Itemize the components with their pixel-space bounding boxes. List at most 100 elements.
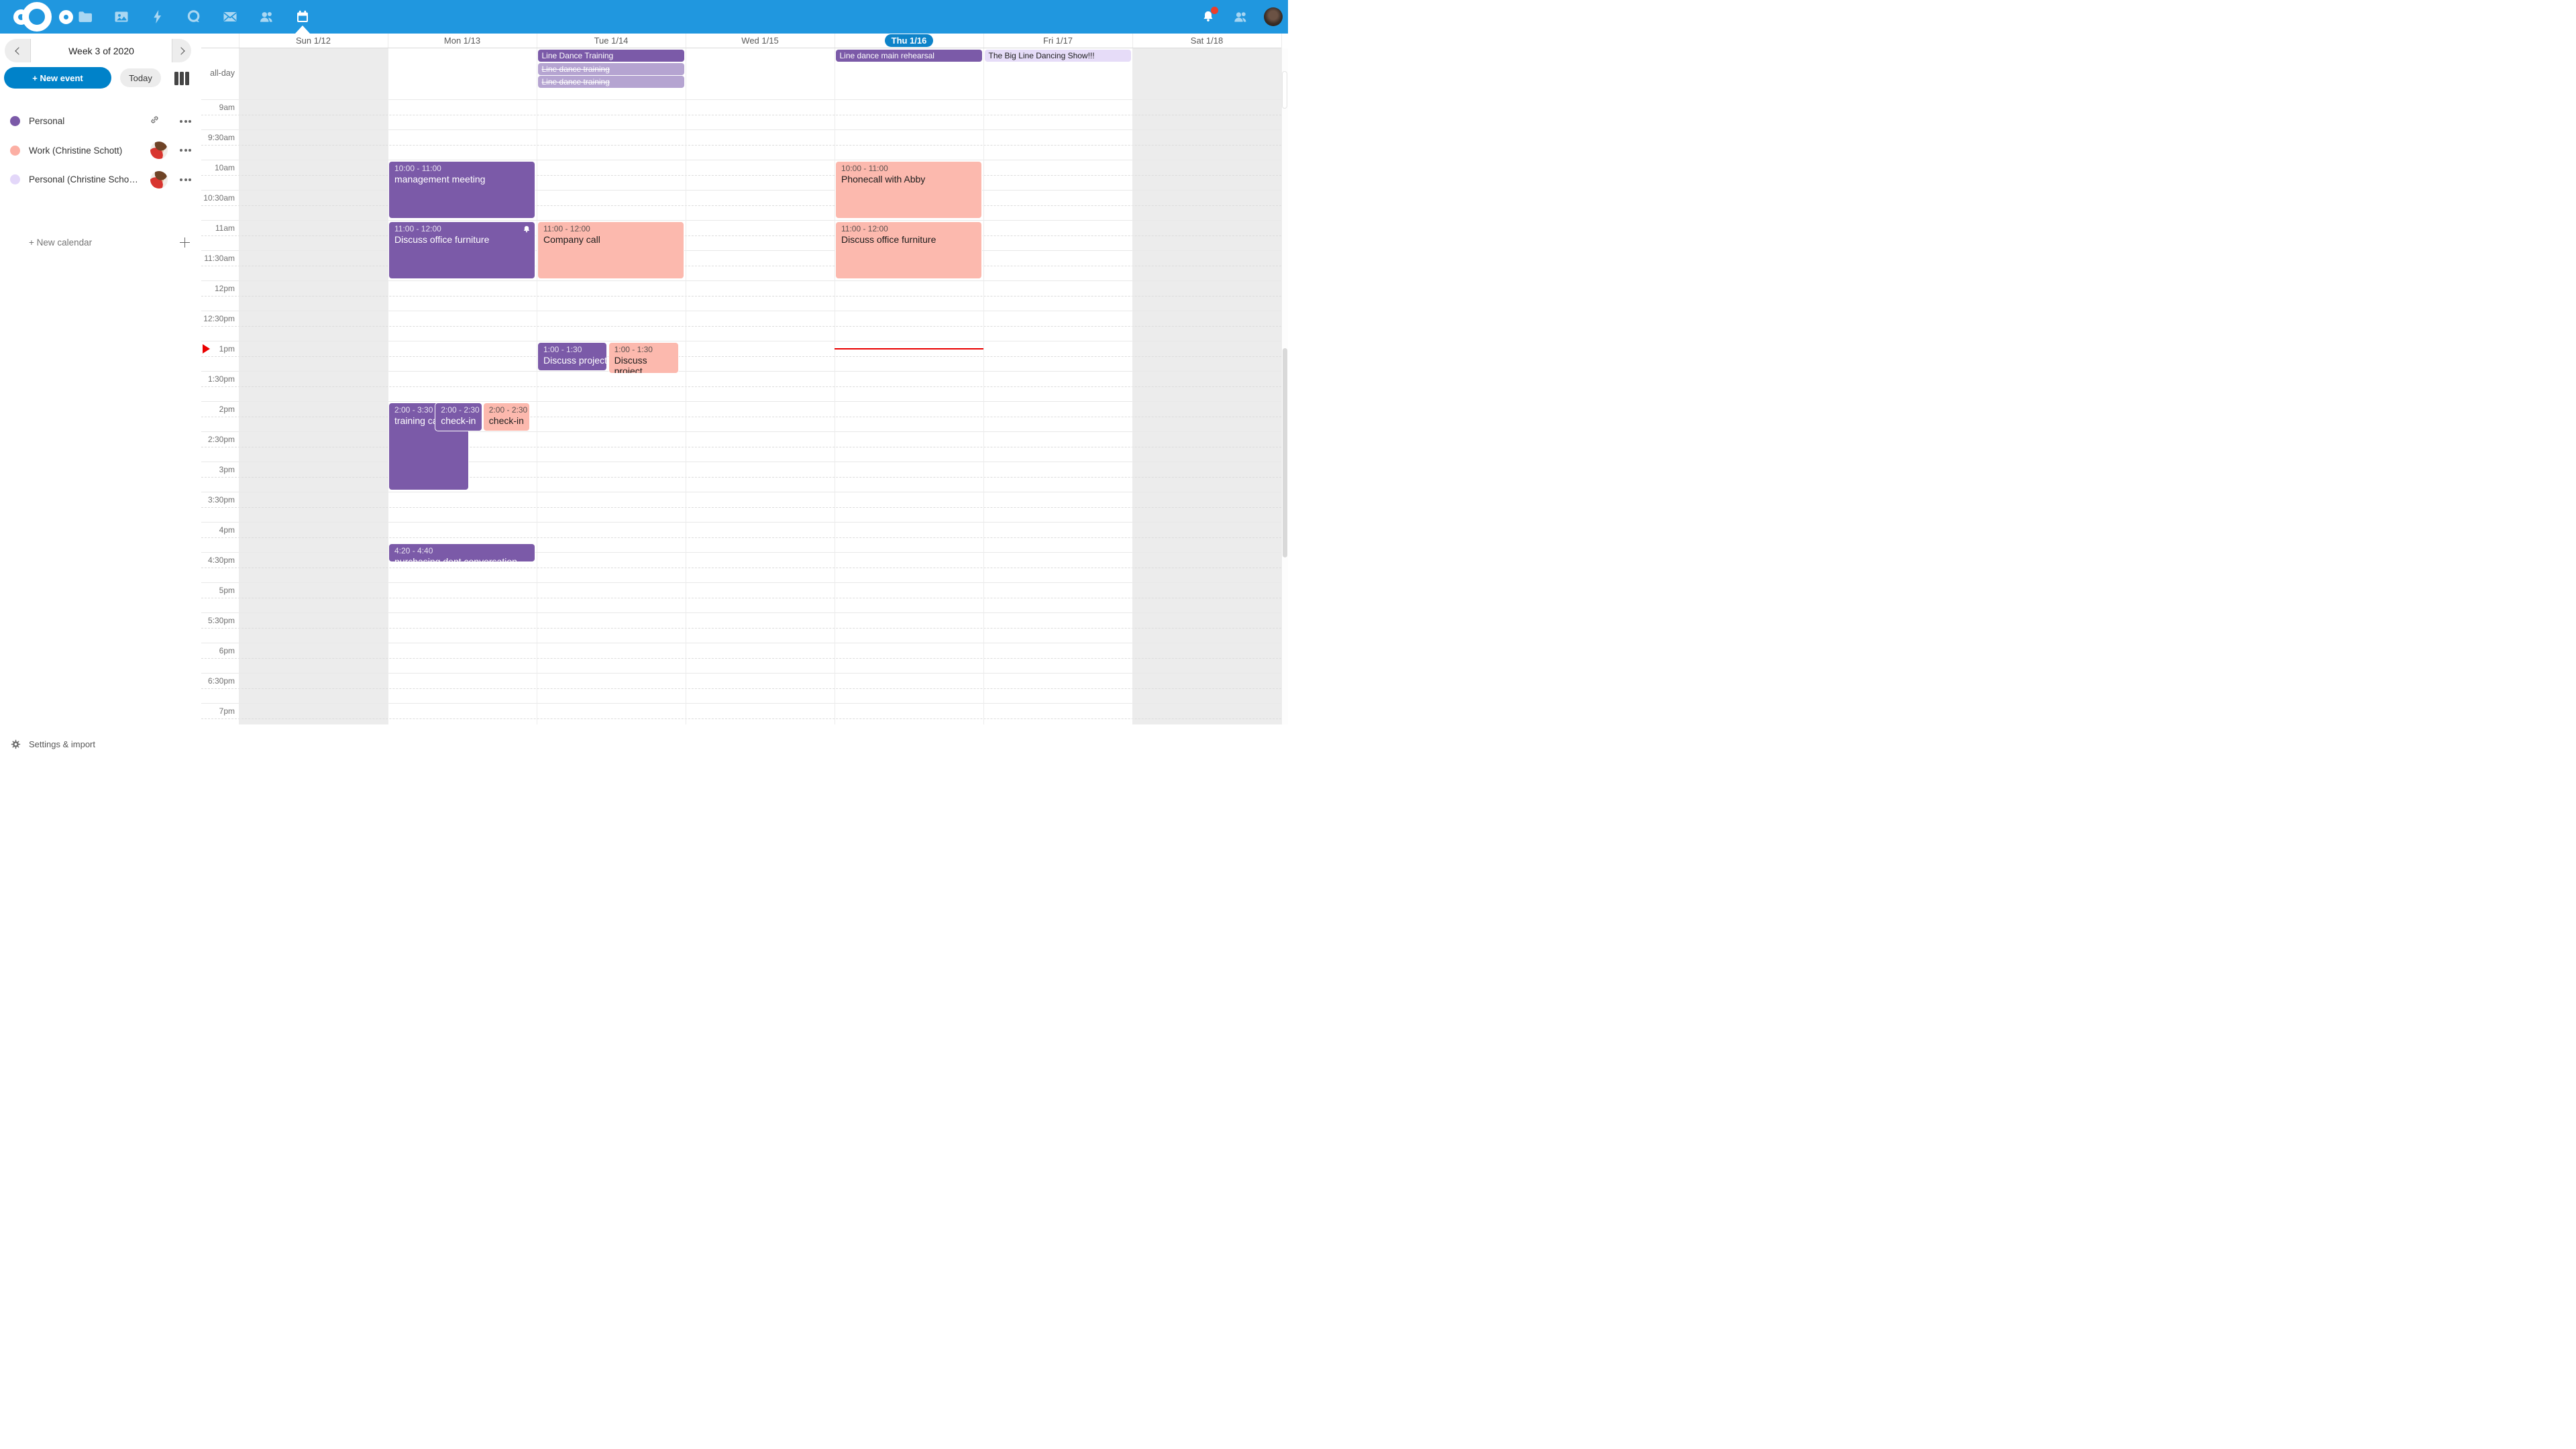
calendar-name: Personal <box>29 116 148 126</box>
sidebar-calendar-item[interactable]: Work (Christine Schott) <box>0 136 201 166</box>
notifications-bell-icon[interactable] <box>1199 8 1217 25</box>
quarter-hour-line <box>201 718 1281 719</box>
time-axis-label: 5pm <box>201 586 235 595</box>
notification-badge <box>1211 7 1218 14</box>
slot-line <box>201 612 1281 613</box>
calendar-color-dot <box>10 146 20 156</box>
slot-line <box>201 431 1281 432</box>
quarter-hour-line <box>201 356 1281 357</box>
app-icon-activity[interactable] <box>140 0 176 34</box>
event[interactable]: 10:00 - 11:00Phonecall with Abby <box>835 161 982 219</box>
time-axis-label: 10:30am <box>201 193 235 203</box>
event-title: Discuss project announcement <box>614 355 676 374</box>
app-icon-contacts[interactable] <box>248 0 284 34</box>
quarter-hour-line <box>201 296 1281 297</box>
all-day-event[interactable]: Line Dance Training <box>538 50 684 62</box>
app-icon-files[interactable] <box>67 0 103 34</box>
time-axis-label: 9:30am <box>201 133 235 142</box>
sidebar-calendar-item[interactable]: Personal (Christine Scho… <box>0 165 201 195</box>
settings-import-button[interactable]: Settings & import <box>0 731 201 757</box>
all-day-event[interactable]: Line dance training <box>538 76 684 88</box>
event[interactable]: 11:00 - 12:00Discuss office furniture <box>835 221 982 279</box>
share-link-icon[interactable] <box>149 114 160 129</box>
previous-week-button[interactable] <box>5 39 30 62</box>
activity-icon <box>150 9 166 25</box>
calendar-color-dot <box>10 116 20 126</box>
contacts-menu-icon[interactable] <box>1232 8 1249 25</box>
time-axis-label: 3:30pm <box>201 495 235 504</box>
day-header-sun: Sun 1/12 <box>239 34 388 48</box>
event-title: Company call <box>543 234 681 245</box>
event-title: Discuss project announcement <box>543 355 604 366</box>
chevron-right-icon <box>177 47 184 54</box>
app-icon-talk[interactable] <box>176 0 212 34</box>
time-axis-label: 10am <box>201 163 235 172</box>
event[interactable]: 1:00 - 1:30Discuss project announcement <box>537 342 607 371</box>
slot-line <box>201 401 1281 402</box>
slot-line <box>201 190 1281 191</box>
event[interactable]: 1:00 - 1:30Discuss project announcement <box>608 342 680 374</box>
week-label[interactable]: Week 3 of 2020 <box>30 39 172 62</box>
time-axis-label: 1:30pm <box>201 374 235 384</box>
all-day-event[interactable]: Line dance training <box>538 63 684 75</box>
user-avatar[interactable] <box>1264 7 1283 26</box>
today-button[interactable]: Today <box>120 68 161 87</box>
shared-by-avatar <box>150 171 168 189</box>
people-icon <box>1232 9 1248 25</box>
quarter-hour-line <box>201 235 1281 236</box>
app-icon-photos[interactable] <box>103 0 140 34</box>
scrollbar-thumb[interactable] <box>1283 348 1287 557</box>
calendar-actions-menu-icon[interactable] <box>180 120 191 123</box>
quarter-hour-line <box>201 688 1281 689</box>
week-navigation: Week 3 of 2020 <box>5 39 191 62</box>
event-time: 2:00 - 2:30 <box>441 405 479 415</box>
time-axis-label: 4pm <box>201 525 235 535</box>
new-event-button[interactable]: + New event <box>4 67 111 89</box>
event-time: 4:20 - 4:40 <box>394 545 532 556</box>
top-bar <box>0 0 1288 34</box>
event-title: check-in <box>489 415 527 426</box>
all-day-event[interactable]: The Big Line Dancing Show!!! <box>985 50 1131 62</box>
day-header-sat: Sat 1/18 <box>1132 34 1281 48</box>
week-view-toggle-icon[interactable] <box>174 72 189 85</box>
event[interactable]: 11:00 - 12:00Company call <box>537 221 684 279</box>
new-calendar-button[interactable]: + New calendar <box>0 228 201 257</box>
scrollbar-thumb-secondary[interactable] <box>1282 71 1287 109</box>
scrollbar[interactable] <box>1281 48 1288 725</box>
calendar-actions-menu-icon[interactable] <box>180 149 191 152</box>
column-border <box>983 34 984 724</box>
event[interactable]: 2:00 - 2:30check-in <box>435 402 482 431</box>
calendar-name: Work (Christine Schott) <box>29 146 148 156</box>
day-header-fri: Fri 1/17 <box>983 34 1132 48</box>
day-header-thu: Thu 1/16 <box>835 34 983 48</box>
topbar-right <box>1199 0 1283 34</box>
time-axis-label: 9am <box>201 103 235 112</box>
event[interactable]: 2:00 - 2:30check-in <box>483 402 531 431</box>
event-time: 11:00 - 12:00 <box>543 223 681 234</box>
shared-by-avatar <box>150 142 168 159</box>
sidebar-calendar-item[interactable]: Personal <box>0 107 201 136</box>
slot-line <box>201 371 1281 372</box>
event[interactable]: 4:20 - 4:40purchasing dept conversation <box>388 543 535 562</box>
new-calendar-label: + New calendar <box>29 237 92 248</box>
logo-circle <box>13 9 29 25</box>
today-pill: Thu 1/16 <box>885 34 934 47</box>
event[interactable]: 11:00 - 12:00Discuss office furniture <box>388 221 535 279</box>
day-header-mon: Mon 1/13 <box>388 34 537 48</box>
event[interactable]: 10:00 - 11:00management meeting <box>388 161 535 219</box>
time-axis-label: 7pm <box>201 706 235 716</box>
calendar-color-dot <box>10 174 20 184</box>
event-time: 1:00 - 1:30 <box>614 344 676 355</box>
time-axis-label: 12pm <box>201 284 235 293</box>
quarter-hour-line <box>201 175 1281 176</box>
slot-line <box>201 280 1281 281</box>
app-icon-mail[interactable] <box>212 0 248 34</box>
next-week-button[interactable] <box>172 39 191 62</box>
app-icon-calendar[interactable] <box>284 0 321 34</box>
calendar-actions-menu-icon[interactable] <box>180 178 191 181</box>
sidebar: Week 3 of 2020 + New event Today Persona… <box>0 34 201 724</box>
slot-line <box>201 522 1281 523</box>
all-day-event[interactable]: Line dance main rehearsal <box>836 50 982 62</box>
quarter-hour-line <box>201 326 1281 327</box>
calendar-week-view: all-day 9am9:30am10am10:30am11am11:30am1… <box>201 34 1288 724</box>
